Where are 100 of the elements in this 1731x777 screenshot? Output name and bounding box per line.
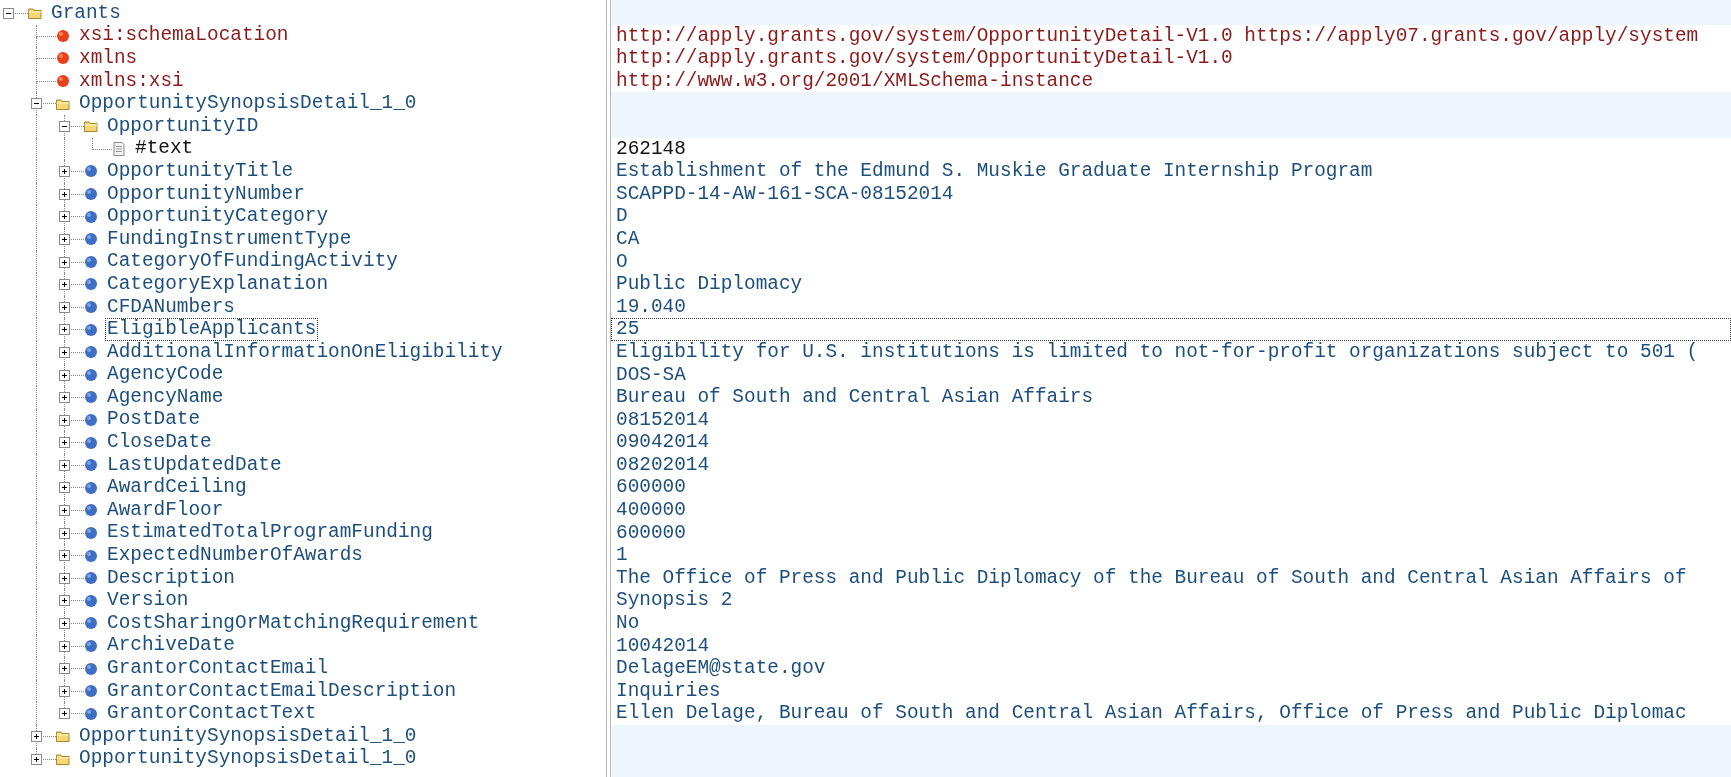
- dot-icon: [84, 684, 98, 699]
- value-cell: http://apply.grants.gov/system/OpportunityDetail-V1.0: [611, 47, 1731, 70]
- value-cell: 08202014: [611, 453, 1731, 477]
- folder-icon: [56, 729, 70, 744]
- node-label[interactable]: xmlns: [77, 47, 140, 70]
- node-label[interactable]: Grants: [49, 1, 123, 25]
- expand-toggle[interactable]: [59, 550, 70, 562]
- node-label[interactable]: CategoryExplanation: [105, 272, 331, 296]
- expand-toggle[interactable]: [59, 595, 70, 607]
- value-cell: No: [611, 612, 1731, 635]
- node-label[interactable]: CloseDate: [105, 431, 214, 455]
- dot-icon: [84, 571, 98, 586]
- expand-toggle[interactable]: [59, 233, 70, 245]
- node-label[interactable]: OpportunityID: [105, 114, 261, 138]
- dot-icon: [56, 74, 70, 89]
- expand-toggle[interactable]: [59, 708, 70, 720]
- node-label[interactable]: Version: [105, 589, 191, 613]
- value-cell: http://apply.grants.gov/system/OpportunityDetail-V1.0 https://apply07.grants.gov/apply/system: [611, 24, 1731, 48]
- expand-toggle[interactable]: [59, 392, 70, 404]
- expand-toggle[interactable]: [59, 166, 70, 178]
- value-cell: 262148: [611, 137, 1731, 161]
- node-label[interactable]: OpportunitySynopsisDetail_1_0: [77, 724, 419, 748]
- node-label[interactable]: OpportunitySynopsisDetail_1_0: [77, 92, 419, 116]
- expand-toggle[interactable]: [59, 663, 70, 675]
- node-label[interactable]: EligibleApplicants: [105, 318, 319, 342]
- node-label[interactable]: FundingInstrumentType: [105, 227, 354, 251]
- expand-toggle[interactable]: [59, 640, 70, 652]
- node-label[interactable]: CFDANumbers: [105, 295, 237, 319]
- node-label[interactable]: PostDate: [105, 408, 203, 432]
- node-label[interactable]: GrantorContactText: [105, 702, 319, 726]
- dot-icon: [84, 345, 98, 360]
- expand-toggle[interactable]: [59, 279, 70, 291]
- dot-icon: [84, 367, 98, 382]
- expand-toggle[interactable]: [59, 369, 70, 381]
- node-label[interactable]: LastUpdatedDate: [105, 453, 284, 477]
- collapse-toggle[interactable]: [31, 98, 42, 110]
- value-cell: Establishment of the Edmund S. Muskie Graduate Internship Program: [611, 160, 1731, 183]
- dot-icon: [84, 322, 98, 337]
- node-label[interactable]: Description: [105, 566, 237, 590]
- node-label[interactable]: OpportunitySynopsisDetail_1_0: [77, 747, 419, 771]
- dot-icon: [84, 480, 98, 495]
- value-cell: The Office of Press and Public Diplomacy of the Bureau of South and Central Asian Affairs of: [611, 566, 1731, 590]
- value-cell: DOS-SA: [611, 363, 1731, 387]
- dot-icon: [56, 51, 70, 66]
- value-cell: Public Diplomacy: [611, 273, 1731, 296]
- node-label[interactable]: GrantorContactEmailDescription: [105, 679, 459, 703]
- expand-toggle[interactable]: [59, 685, 70, 697]
- value-cell: Ellen Delage, Bureau of South and Central Asian Affairs, Office of Press and Public Diplomac: [611, 702, 1731, 725]
- value-cell: http://www.w3.org/2001/XMLSchema-instance: [611, 69, 1731, 93]
- expand-toggle[interactable]: [59, 346, 70, 358]
- node-label[interactable]: AwardCeiling: [105, 476, 249, 500]
- expand-toggle[interactable]: [59, 211, 70, 223]
- expand-toggle[interactable]: [59, 188, 70, 200]
- node-label[interactable]: CategoryOfFundingActivity: [105, 250, 400, 274]
- dot-icon: [56, 28, 70, 43]
- node-label[interactable]: ArchiveDate: [105, 634, 237, 658]
- node-label[interactable]: EstimatedTotalProgramFunding: [105, 521, 435, 545]
- node-label[interactable]: xmlns:xsi: [77, 69, 186, 93]
- dot-icon: [84, 277, 98, 292]
- dot-icon: [84, 187, 98, 202]
- dot-icon: [84, 458, 98, 473]
- expand-toggle[interactable]: [59, 459, 70, 471]
- value-cell: Inquiries: [611, 679, 1731, 703]
- dot-icon: [84, 593, 98, 608]
- expand-toggle[interactable]: [59, 572, 70, 584]
- node-label[interactable]: ExpectedNumberOfAwards: [105, 544, 365, 568]
- node-label[interactable]: GrantorContactEmail: [105, 657, 331, 680]
- expand-toggle[interactable]: [59, 482, 70, 494]
- expand-toggle[interactable]: [59, 527, 70, 539]
- value-cell: Synopsis 2: [611, 589, 1731, 613]
- expand-toggle[interactable]: [59, 505, 70, 517]
- node-label[interactable]: OpportunityCategory: [105, 205, 331, 229]
- dot-icon: [84, 616, 98, 631]
- expand-toggle[interactable]: [59, 618, 70, 630]
- expand-toggle[interactable]: [31, 731, 42, 742]
- node-label[interactable]: AgencyName: [105, 385, 226, 409]
- node-label[interactable]: CostSharingOrMatchingRequirement: [105, 611, 482, 635]
- dot-icon: [84, 435, 98, 450]
- value-cell: 600000: [611, 476, 1731, 500]
- node-label[interactable]: OpportunityNumber: [105, 182, 307, 206]
- node-label[interactable]: #text: [133, 137, 196, 161]
- dot-icon: [84, 525, 98, 540]
- value-cell: SCAPPD-14-AW-161-SCA-08152014: [611, 182, 1731, 206]
- dot-icon: [84, 548, 98, 563]
- expand-toggle[interactable]: [59, 437, 70, 449]
- node-label[interactable]: OpportunityTitle: [105, 159, 296, 183]
- expand-toggle[interactable]: [59, 256, 70, 268]
- expand-toggle[interactable]: [31, 753, 42, 765]
- collapse-toggle[interactable]: [59, 120, 70, 132]
- value-cell: 1: [611, 544, 1731, 567]
- node-label[interactable]: AgencyCode: [105, 363, 226, 387]
- node-label[interactable]: xsi:schemaLocation: [77, 24, 291, 48]
- value-cell: CA: [611, 227, 1731, 251]
- node-label[interactable]: AwardFloor: [105, 498, 226, 522]
- expand-toggle[interactable]: [59, 414, 70, 426]
- collapse-toggle[interactable]: [3, 8, 14, 19]
- expand-toggle[interactable]: [59, 301, 70, 313]
- node-label[interactable]: AdditionalInformationOnEligibility: [105, 340, 505, 364]
- value-cell: O: [611, 250, 1731, 274]
- expand-toggle[interactable]: [59, 324, 70, 336]
